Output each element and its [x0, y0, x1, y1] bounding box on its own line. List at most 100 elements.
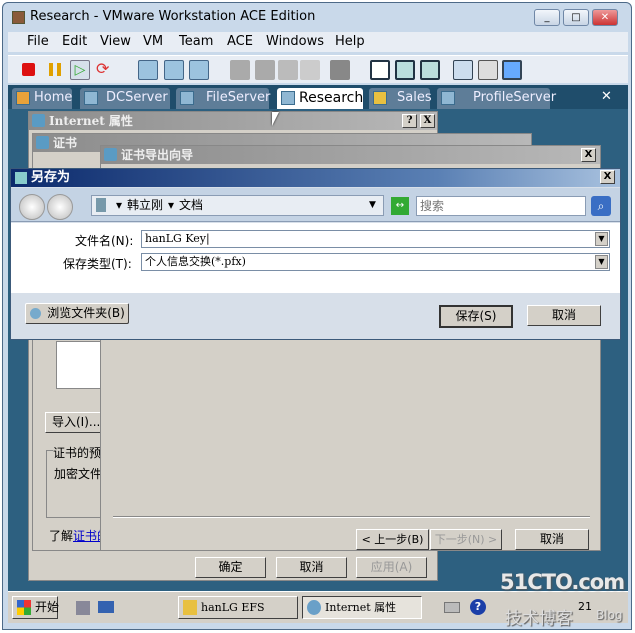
filename-input[interactable]: hanLG Key| ▼ [141, 230, 610, 248]
back-nav-button[interactable] [19, 194, 45, 220]
taskbar-item-hanlg-efs[interactable]: hanLG EFS [178, 596, 298, 619]
appliance-icon[interactable] [478, 60, 498, 80]
search-input[interactable] [416, 196, 586, 216]
team-icon[interactable] [230, 60, 250, 80]
back-button[interactable]: < 上一步(B) [356, 529, 429, 550]
breadcrumb-user[interactable]: 韩立刚 [127, 196, 163, 215]
home-icon [16, 91, 30, 105]
tab-label: Sales [397, 90, 432, 105]
menu-edit[interactable]: Edit [62, 34, 87, 49]
stop-icon[interactable] [22, 63, 35, 76]
tab-label: Research [299, 90, 364, 106]
filename-label: 文件名(N): [75, 234, 134, 248]
tab-home[interactable]: Home [12, 88, 72, 109]
pause-icon[interactable] [49, 63, 61, 76]
vm-icon [281, 91, 295, 105]
taskbar-label: hanLG EFS [201, 601, 265, 614]
search-icon[interactable]: ⌕ [591, 196, 611, 216]
filetype-select[interactable]: 个人信息交换(*.pfx) ▼ [141, 253, 610, 271]
fullscreen-icon[interactable] [395, 60, 415, 80]
wizard-title: 证书导出向导 [121, 148, 194, 162]
maximize-button[interactable]: □ [563, 9, 589, 26]
group-label: 证书的预 [53, 444, 102, 461]
app-icon [12, 11, 25, 24]
close-button[interactable]: X [581, 148, 596, 162]
save-button[interactable]: 保存(S) [439, 305, 513, 328]
mouse-cursor-icon [272, 112, 279, 126]
apply-button[interactable]: 应用(A) [356, 557, 427, 578]
show-desktop-icon[interactable] [98, 601, 114, 613]
play-icon[interactable]: ▷ [70, 60, 90, 80]
cancel-button[interactable]: 取消 [276, 557, 347, 578]
help-button[interactable]: ? [402, 114, 417, 128]
globe-icon [32, 114, 45, 127]
tab-research[interactable]: Research [277, 88, 363, 109]
taskbar-item-internet-properties[interactable]: Internet 属性 [302, 596, 422, 619]
ok-button[interactable]: 确定 [195, 557, 266, 578]
reset-icon[interactable]: ⟳ [96, 60, 116, 80]
close-button[interactable]: ✕ [592, 9, 618, 26]
vm-remove-icon[interactable] [300, 60, 320, 80]
tab-label: ProfileServer [473, 90, 557, 105]
clock[interactable]: 21 [578, 600, 592, 613]
taskbar-label: Internet 属性 [325, 601, 397, 614]
chevron-down-icon[interactable]: ▼ [595, 255, 608, 269]
cancel-button[interactable]: 取消 [527, 305, 601, 326]
start-label: 开始 [35, 600, 60, 614]
revert-snapshot-icon[interactable] [164, 60, 184, 80]
address-bar[interactable]: ▾ 韩立刚 ▾ 文档 ▼ [91, 195, 384, 216]
browse-folders-button[interactable]: 浏览文件夹(B) [25, 303, 129, 324]
close-button[interactable]: X [420, 114, 435, 128]
vm-icon [180, 91, 194, 105]
quick-switch-icon[interactable] [420, 60, 440, 80]
snapshot-icon[interactable] [138, 60, 158, 80]
tab-label: DCServer [106, 90, 168, 105]
save-icon [15, 172, 27, 184]
menu-help[interactable]: Help [335, 34, 365, 49]
server-manager-icon[interactable] [76, 601, 90, 615]
tab-dcserver[interactable]: DCServer [80, 88, 170, 109]
filetype-value: 个人信息交换(*.pfx) [145, 255, 246, 268]
address-dropdown[interactable]: ▼ [369, 196, 376, 215]
cancel-button[interactable]: 取消 [515, 529, 589, 550]
snapshot-manager-icon[interactable] [189, 60, 209, 80]
tab-profileserver[interactable]: ProfileServer [437, 88, 556, 109]
start-button[interactable]: 开始 [12, 596, 60, 619]
next-button[interactable]: 下一步(N) > [430, 529, 502, 550]
forward-nav-button[interactable] [47, 194, 73, 220]
menu-team[interactable]: Team [179, 34, 213, 49]
breadcrumb-sep: ▾ [168, 198, 175, 212]
menu-windows[interactable]: Windows [266, 34, 324, 49]
menu-file[interactable]: File [27, 34, 49, 49]
keyboard-icon[interactable] [444, 602, 460, 613]
windows-logo-icon [17, 600, 31, 615]
vm-add-icon[interactable] [278, 60, 298, 80]
close-tab-button[interactable]: ✕ [601, 89, 612, 104]
menu-view[interactable]: View [100, 34, 131, 49]
console-view-icon[interactable] [502, 60, 522, 80]
minimize-button[interactable]: _ [534, 9, 560, 26]
vm-icon [84, 91, 98, 105]
sidebar-icon[interactable] [370, 60, 390, 80]
vm-icon [373, 91, 387, 105]
help-icon[interactable]: ? [470, 599, 486, 615]
team2-icon[interactable] [255, 60, 275, 80]
summary-icon[interactable] [453, 60, 473, 80]
certificate-list[interactable] [56, 341, 106, 389]
watermark-logo: 51CTO.com [500, 570, 625, 594]
watermark-subtitle: 技术博客 [505, 609, 573, 629]
chevron-down-icon[interactable]: ▼ [595, 232, 608, 246]
breadcrumb-documents[interactable]: 文档 [179, 196, 203, 215]
refresh-icon[interactable]: ↔ [391, 197, 409, 215]
tab-sales[interactable]: Sales [369, 88, 432, 109]
filetype-label: 保存类型(T): [63, 257, 132, 271]
divider [113, 516, 590, 518]
tab-fileserver[interactable]: FileServer [176, 88, 270, 109]
cert-icon [104, 148, 117, 161]
breadcrumb-sep: ▾ [116, 198, 123, 212]
close-button[interactable]: X [600, 170, 615, 184]
globe-icon [307, 600, 321, 615]
menu-vm[interactable]: VM [143, 34, 163, 49]
console-icon[interactable] [330, 60, 350, 80]
menu-ace[interactable]: ACE [227, 34, 253, 49]
